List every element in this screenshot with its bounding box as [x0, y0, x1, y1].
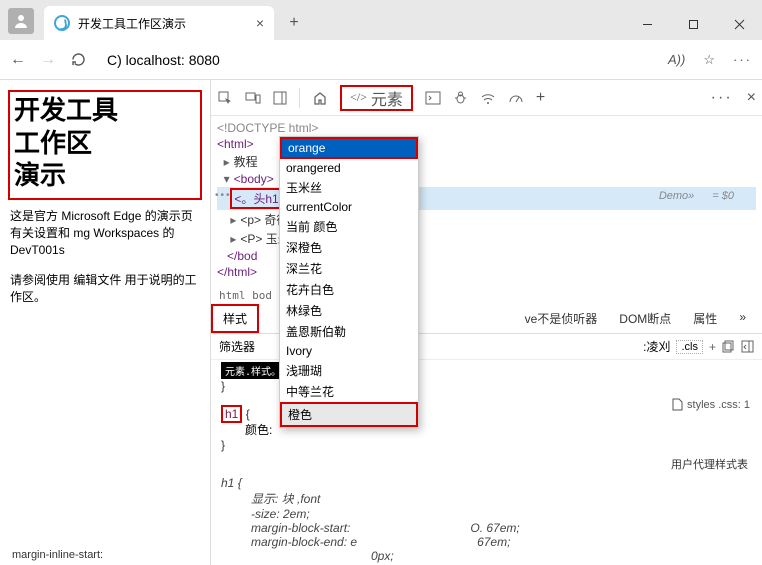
welcome-icon[interactable]	[312, 90, 328, 106]
inspect-icon[interactable]	[217, 90, 233, 106]
element-style-label: 元素.样式。	[221, 362, 285, 379]
cls-toggle[interactable]: .cls	[676, 340, 703, 354]
copy-icon[interactable]	[722, 340, 735, 353]
maximize-button[interactable]	[670, 8, 716, 40]
selection-info: Demo»= $0	[659, 190, 734, 202]
performance-icon[interactable]	[508, 91, 524, 105]
selector-h1[interactable]: h1	[221, 405, 242, 423]
settings-menu-icon[interactable]: ···	[711, 89, 733, 107]
dock-icon[interactable]	[273, 91, 287, 105]
favorites-icon[interactable]: ☆	[703, 52, 715, 68]
browser-tab[interactable]: 开发工具工作区演示 ×	[44, 6, 274, 40]
rendered-page: 开发工具工作区演示 这是官方 Microsoft Edge 的演示页 有关设置和…	[0, 80, 210, 565]
more-icon[interactable]: »	[739, 310, 746, 327]
new-tab-button[interactable]: +	[280, 9, 308, 37]
overflow-icon[interactable]: •••	[215, 190, 232, 201]
edge-favicon-icon	[54, 15, 70, 31]
filter-label[interactable]: 筛选器	[219, 338, 255, 355]
source-link[interactable]: styles .css: 1	[672, 398, 750, 411]
profile-avatar[interactable]	[8, 8, 34, 34]
back-button[interactable]: ←	[10, 51, 26, 69]
more-menu-icon[interactable]: ···	[733, 52, 752, 67]
file-icon	[672, 398, 683, 411]
tab-styles[interactable]: 样式	[211, 304, 259, 333]
address-bar[interactable]: C) localhost: 8080	[107, 52, 220, 68]
autocomplete-popup[interactable]: orange orangered 玉米丝 currentColor 当前 颜色 …	[279, 136, 419, 428]
page-h1: 开发工具工作区演示	[8, 90, 202, 200]
minimize-button[interactable]	[624, 8, 670, 40]
devtools-panel: </> 元素 + ··· × <!DOCTYPE html> <html> ▸教…	[210, 80, 762, 565]
reader-mode-icon[interactable]: A))	[668, 52, 685, 67]
new-rule-icon[interactable]: +	[709, 340, 716, 354]
device-icon[interactable]	[245, 90, 261, 106]
ua-stylesheet-label: 用户代理样式表	[211, 454, 762, 474]
bug-icon[interactable]	[453, 90, 468, 105]
sidebar-icon[interactable]	[741, 340, 754, 353]
hover-toggle[interactable]: :凌刈	[643, 338, 670, 355]
more-tabs-button[interactable]: +	[536, 89, 545, 107]
tab-listeners[interactable]: ve不是侦听器	[525, 310, 598, 327]
status-text: margin-inline-start:	[12, 549, 103, 561]
refresh-button[interactable]	[70, 51, 87, 68]
tab-title: 开发工具工作区演示	[78, 15, 248, 32]
close-tab-icon[interactable]: ×	[256, 15, 264, 31]
autocomplete-item[interactable]: orange	[280, 137, 418, 159]
forward-button: →	[40, 51, 56, 69]
page-paragraph: 请参阅使用 编辑文件 用于说明的工作区。	[10, 272, 200, 307]
close-window-button[interactable]	[716, 8, 762, 40]
console-icon[interactable]	[425, 91, 441, 105]
close-devtools-icon[interactable]: ×	[747, 89, 756, 107]
wifi-icon[interactable]	[480, 91, 496, 105]
tab-properties[interactable]: 属性	[693, 310, 717, 327]
tab-elements[interactable]: </> 元素	[340, 85, 413, 111]
code-icon: </>	[350, 90, 367, 105]
tab-dom-breakpoints[interactable]: DOM断点	[619, 310, 671, 327]
page-paragraph: 这是官方 Microsoft Edge 的演示页 有关设置和 mg Worksp…	[10, 208, 200, 260]
